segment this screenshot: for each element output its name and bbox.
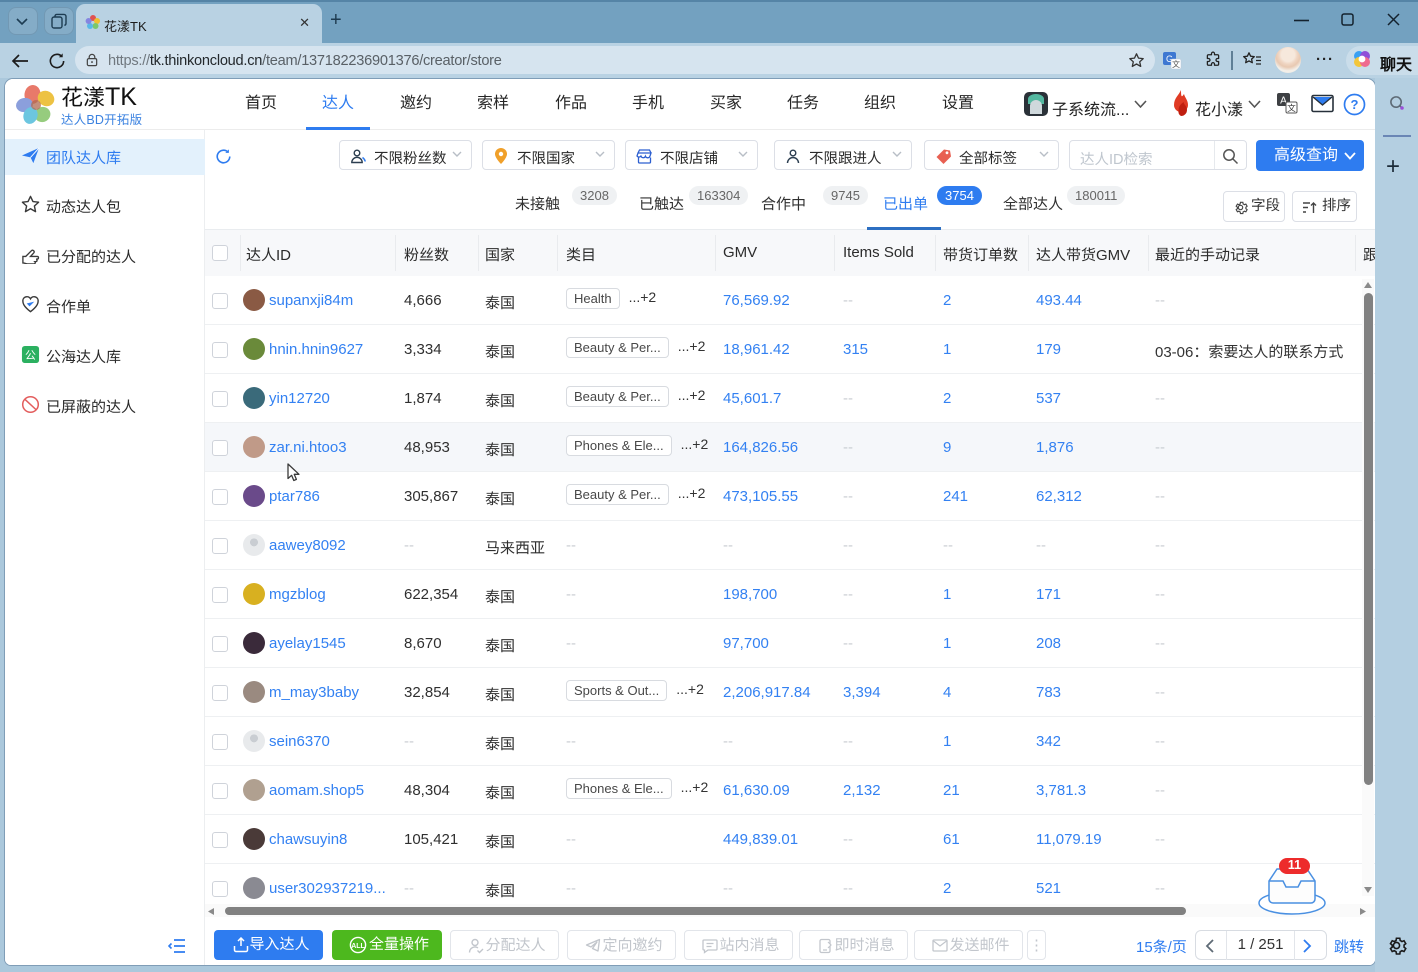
svg-text:文: 文 — [1172, 59, 1180, 69]
svg-text:公: 公 — [25, 350, 36, 362]
svg-text:?: ? — [1351, 97, 1359, 112]
svg-text:文: 文 — [1287, 103, 1296, 113]
svg-text:ALL: ALL — [351, 943, 365, 950]
